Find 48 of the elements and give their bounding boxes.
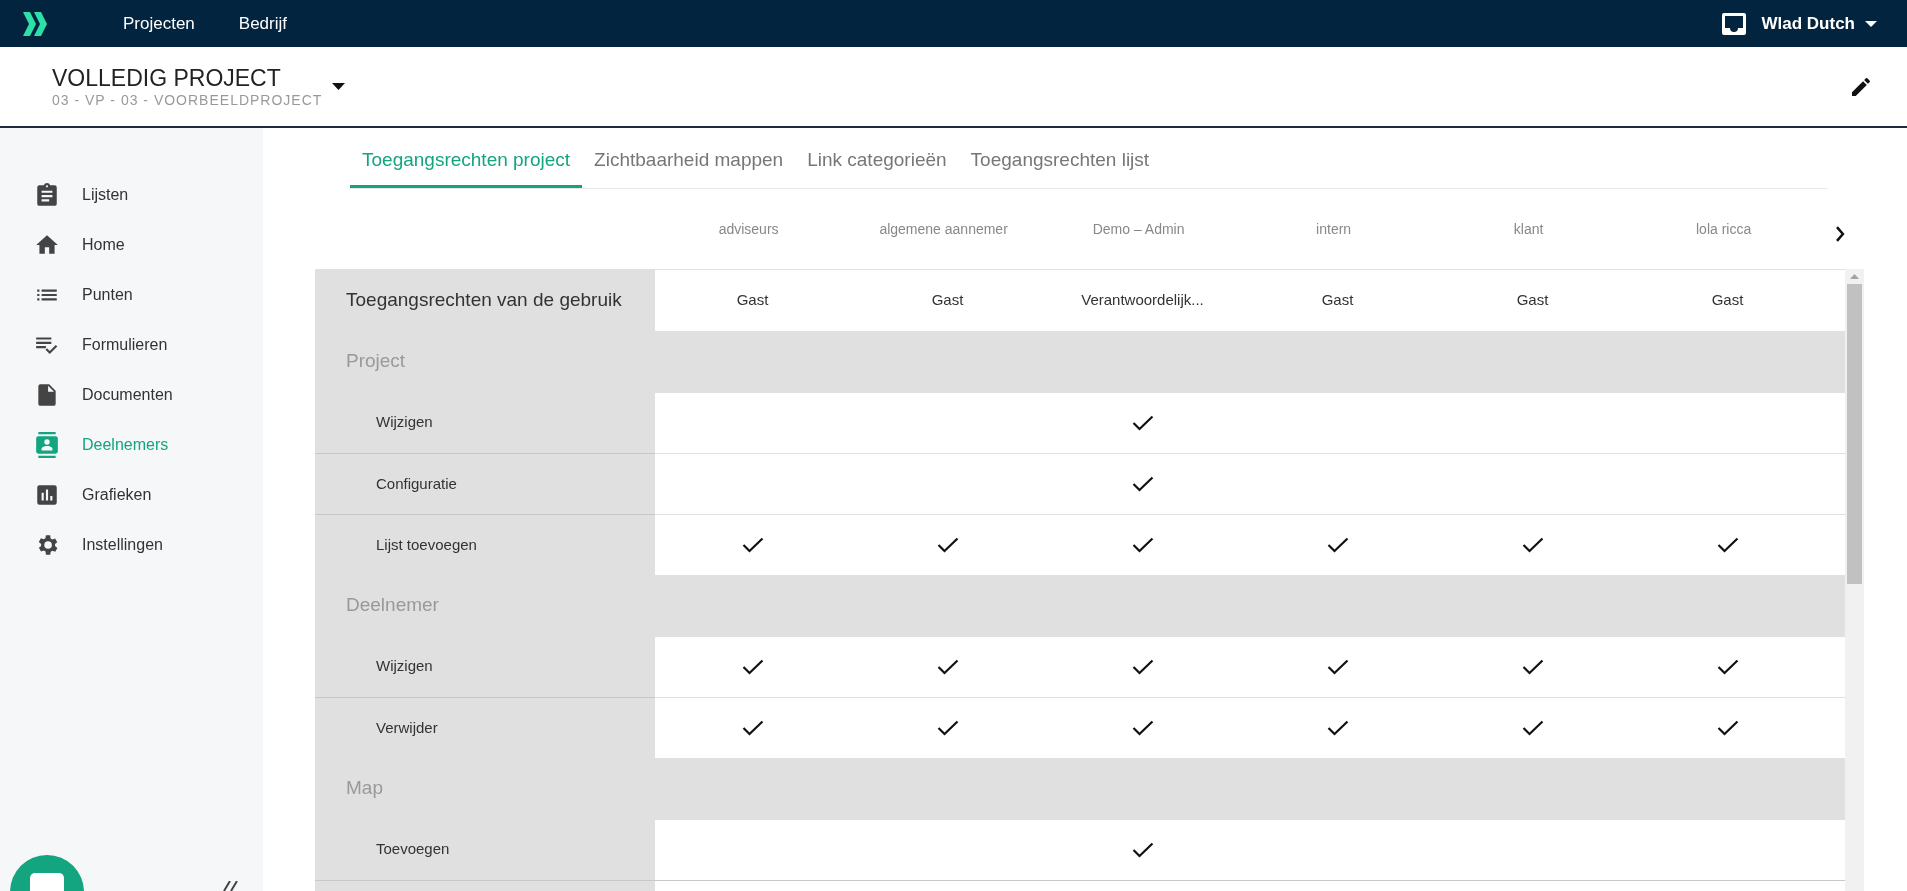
clipboard-icon xyxy=(34,182,60,208)
bar-chart-icon xyxy=(34,482,60,508)
sidebar-item[interactable]: Formulieren xyxy=(0,320,263,370)
nav-link[interactable]: Projecten xyxy=(123,10,195,37)
inbox-icon[interactable] xyxy=(1721,12,1746,35)
row-label: Toegangsrechten van de gebruik xyxy=(315,270,655,331)
sidebar-item[interactable]: Documenten xyxy=(0,370,263,420)
sidebar-item[interactable]: Punten xyxy=(0,270,263,320)
tab[interactable]: Link categorieën xyxy=(795,136,959,188)
sidebar-item[interactable]: Instellingen xyxy=(0,520,263,570)
project-title: VOLLEDIG PROJECT xyxy=(52,64,282,91)
project-code: 03 - VP - 03 - VOORBEELDPROJECT xyxy=(52,90,323,109)
role-value: Gast xyxy=(1515,290,1550,311)
role-value: Verantwoordelijk... xyxy=(1080,290,1205,311)
column-header: adviseurs xyxy=(717,219,780,239)
tab[interactable]: Zichtbaarheid mappen xyxy=(582,136,796,188)
role-value: Gast xyxy=(1320,290,1355,311)
section-title: Project xyxy=(345,349,406,374)
collapse-icon[interactable] xyxy=(222,881,240,891)
contact-card-icon xyxy=(34,432,60,458)
row-label: Wijzigen xyxy=(315,636,655,697)
sidebar-item[interactable]: Grafieken xyxy=(0,470,263,520)
column-header: intern xyxy=(1315,219,1353,239)
logo-icon[interactable] xyxy=(22,10,48,37)
column-header: lola ricca xyxy=(1695,219,1753,239)
row-label: Wijzigen xyxy=(315,392,655,453)
caret-icon xyxy=(1865,20,1877,27)
sidebar-item[interactable]: Lijsten xyxy=(0,170,263,220)
role-value: Gast xyxy=(1710,290,1745,311)
row-label: Lijst toevoegen xyxy=(315,514,655,575)
tab[interactable]: Toegangsrechten lijst xyxy=(958,136,1162,188)
row-label: Toevoegen xyxy=(315,819,655,880)
role-value: Gast xyxy=(930,290,965,311)
user-menu[interactable]: Wlad Dutch xyxy=(1761,10,1877,37)
column-header: Demo – Admin xyxy=(1091,219,1186,239)
scrollbar[interactable] xyxy=(1845,269,1864,891)
sidebar-item[interactable]: Home xyxy=(0,220,263,270)
column-header: algemene aannemer xyxy=(878,219,1009,239)
scrollbar-thumb[interactable] xyxy=(1847,284,1862,584)
nav-link[interactable]: Bedrijf xyxy=(238,10,287,37)
caret-icon[interactable] xyxy=(332,83,346,90)
role-value: Gast xyxy=(735,290,770,311)
row-label: Verwijder xyxy=(315,697,655,758)
row-label: Configuratie xyxy=(315,453,655,514)
chevron-right-icon[interactable] xyxy=(1835,226,1845,242)
section-title: Map xyxy=(345,776,383,801)
section-title: Deelnemer xyxy=(345,593,439,618)
column-header: klant xyxy=(1512,219,1545,239)
